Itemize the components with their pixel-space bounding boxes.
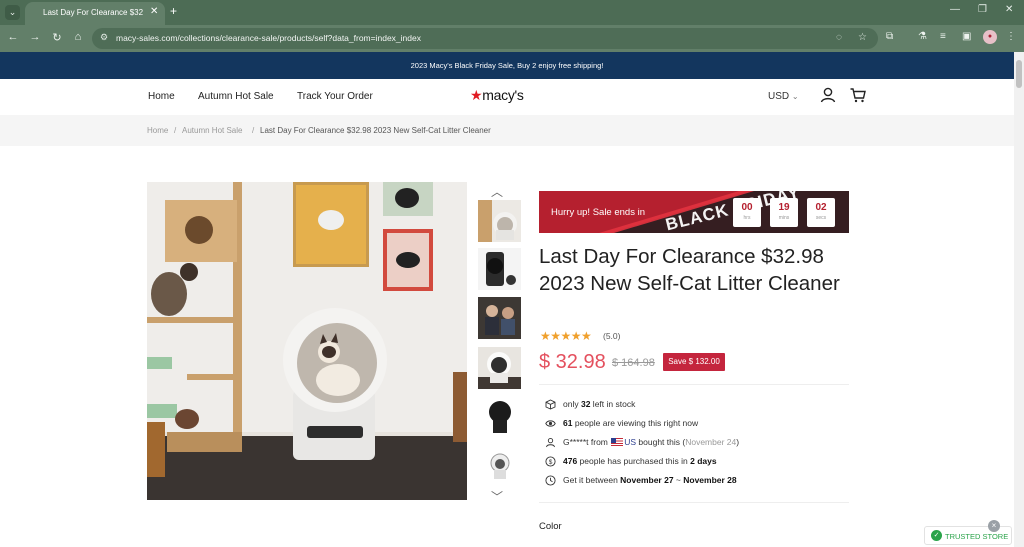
browser-menu-icon[interactable]: ⋮	[1006, 31, 1016, 42]
product-thumbnail-3[interactable]	[478, 297, 521, 339]
tab-search-button[interactable]: ⌄	[5, 5, 20, 20]
nav-autumn-hot-sale[interactable]: Autumn Hot Sale	[198, 91, 274, 102]
breadcrumb-home[interactable]: Home	[147, 126, 168, 135]
recent-buyer-text: G*****t from US bought this (November 24…	[563, 437, 740, 447]
thumbnail-5-illustration	[478, 397, 521, 439]
countdown-hours-unit: hrs	[743, 215, 751, 221]
clock-icon	[545, 475, 556, 486]
browser-tab-strip: ⌄ Last Day For Clearance $32.98 ✕ + — ❐ …	[0, 0, 1024, 25]
new-tab-icon[interactable]: +	[170, 4, 177, 18]
rating-stars-icon: ★★★★★	[540, 329, 592, 343]
nav-home[interactable]: Home	[148, 91, 175, 102]
breadcrumb-separator: /	[252, 126, 255, 135]
stock-text: only 32 left in stock	[563, 399, 636, 409]
countdown-minutes: 19 mins	[770, 198, 798, 227]
breadcrumb-category[interactable]: Autumn Hot Sale	[182, 126, 242, 135]
breadcrumb: Home / Autumn Hot Sale / Last Day For Cl…	[0, 115, 1014, 146]
product-thumbnail-4[interactable]	[478, 347, 521, 389]
product-thumbnail-2[interactable]	[478, 248, 521, 290]
sale-price: $ 32.98	[539, 351, 606, 373]
logo-text: macy's	[482, 87, 524, 103]
thumbnail-3-illustration	[478, 297, 521, 339]
dollar-icon: $	[545, 456, 556, 467]
minimize-icon[interactable]: —	[950, 4, 960, 15]
tab-title: Last Day For Clearance $32.98	[43, 8, 143, 17]
site-header: Home Autumn Hot Sale Track Your Order ★m…	[0, 79, 1014, 115]
lab-icon[interactable]: ⚗	[918, 31, 927, 42]
purchase-count-text: 476 people has purchased this in 2 days	[563, 456, 717, 466]
shield-check-icon: ✓	[931, 530, 942, 541]
close-window-icon[interactable]: ✕	[1005, 4, 1013, 15]
currency-selector[interactable]: USD ⌄	[768, 91, 799, 102]
translate-icon[interactable]: ≡	[940, 31, 946, 42]
breadcrumb-separator: /	[174, 126, 177, 135]
countdown-seconds-value: 02	[815, 202, 827, 213]
purchase-count: 476	[563, 456, 578, 466]
svg-text:$: $	[549, 459, 553, 466]
countdown-seconds-unit: secs	[815, 215, 827, 221]
browser-toolbar: ← → ↻ ⌂ ⚙ macy-sales.com/collections/cle…	[0, 25, 1024, 52]
countdown-minutes-unit: mins	[778, 215, 790, 221]
thumbnail-up-arrow-icon[interactable]: ︿	[491, 183, 503, 200]
product-thumbnail-5[interactable]	[478, 397, 521, 439]
product-photo-illustration	[147, 182, 467, 500]
delivery-text: Get it between November 27 ~ November 28	[563, 475, 737, 485]
home-icon[interactable]: ⌂	[71, 31, 85, 43]
sale-countdown-banner: Hurry up! Sale ends in BLACK FRIDAY 00 h…	[539, 191, 849, 233]
product-title: Last Day For Clearance $32.98 2023 New S…	[539, 245, 840, 295]
box-icon	[545, 399, 556, 410]
sidepanel-icon[interactable]: ▣	[962, 31, 971, 42]
nav-track-order[interactable]: Track Your Order	[297, 91, 373, 102]
product-thumbnail-6[interactable]	[478, 446, 521, 488]
browser-tab-active[interactable]: Last Day For Clearance $32.98 ✕	[25, 2, 165, 25]
eye-off-icon[interactable]: ◌	[836, 32, 842, 43]
tab-close-icon[interactable]: ✕	[150, 6, 158, 17]
color-option-label: Color	[539, 521, 562, 532]
thumbnail-down-arrow-icon[interactable]: ﹀	[491, 488, 503, 505]
divider	[539, 384, 849, 385]
currency-value: USD	[768, 91, 790, 102]
cart-icon[interactable]	[849, 86, 867, 104]
user-icon	[546, 437, 555, 448]
countdown-hours-value: 00	[741, 202, 753, 213]
breadcrumb-current: Last Day For Clearance $32.98 2023 New S…	[260, 126, 491, 135]
thumbnail-2-illustration	[478, 248, 521, 290]
rating-value: (5.0)	[603, 331, 621, 341]
url-text[interactable]: macy-sales.com/collections/clearance-sal…	[116, 33, 421, 43]
restore-icon[interactable]: ❐	[978, 4, 987, 15]
address-bar[interactable]: ⚙ macy-sales.com/collections/clearance-s…	[92, 28, 878, 49]
account-icon[interactable]	[819, 86, 837, 104]
thumbnail-1-illustration	[478, 200, 521, 242]
back-icon[interactable]: ←	[6, 31, 20, 43]
original-price: $ 164.98	[612, 357, 655, 369]
announcement-bar: 2023 Macy's Black Friday Sale, Buy 2 enj…	[0, 52, 1014, 79]
divider	[539, 502, 849, 503]
countdown-minutes-value: 19	[778, 202, 790, 213]
countdown-seconds: 02 secs	[807, 198, 835, 227]
thumbnail-6-illustration	[478, 446, 521, 488]
trusted-store-text: TRUSTED STORE	[945, 532, 1009, 541]
extensions-icon[interactable]: ⧉	[886, 31, 893, 42]
site-info-icon[interactable]: ⚙	[100, 32, 108, 43]
reload-icon[interactable]: ↻	[50, 31, 64, 44]
site-logo[interactable]: ★macy's	[470, 87, 524, 104]
logo-star-icon: ★	[470, 87, 483, 103]
page-scrollbar[interactable]	[1014, 52, 1024, 547]
eye-icon	[545, 420, 556, 427]
countdown-hours: 00 hrs	[733, 198, 761, 227]
chevron-down-icon: ⌄	[791, 92, 799, 101]
bookmark-star-icon[interactable]: ☆	[858, 32, 867, 43]
sale-ends-text: Hurry up! Sale ends in	[551, 207, 645, 218]
product-main-image[interactable]	[147, 182, 467, 500]
save-badge: Save $ 132.00	[663, 353, 725, 371]
profile-avatar[interactable]: ●	[983, 30, 997, 44]
badge-close-icon[interactable]: ×	[988, 520, 1000, 532]
viewing-text: 61 people are viewing this right now	[563, 418, 699, 428]
product-thumbnail-1[interactable]	[478, 200, 521, 242]
thumbnail-4-illustration	[478, 347, 521, 389]
forward-icon[interactable]: →	[28, 31, 42, 43]
scrollbar-thumb[interactable]	[1016, 60, 1022, 88]
us-flag-icon	[611, 438, 624, 446]
